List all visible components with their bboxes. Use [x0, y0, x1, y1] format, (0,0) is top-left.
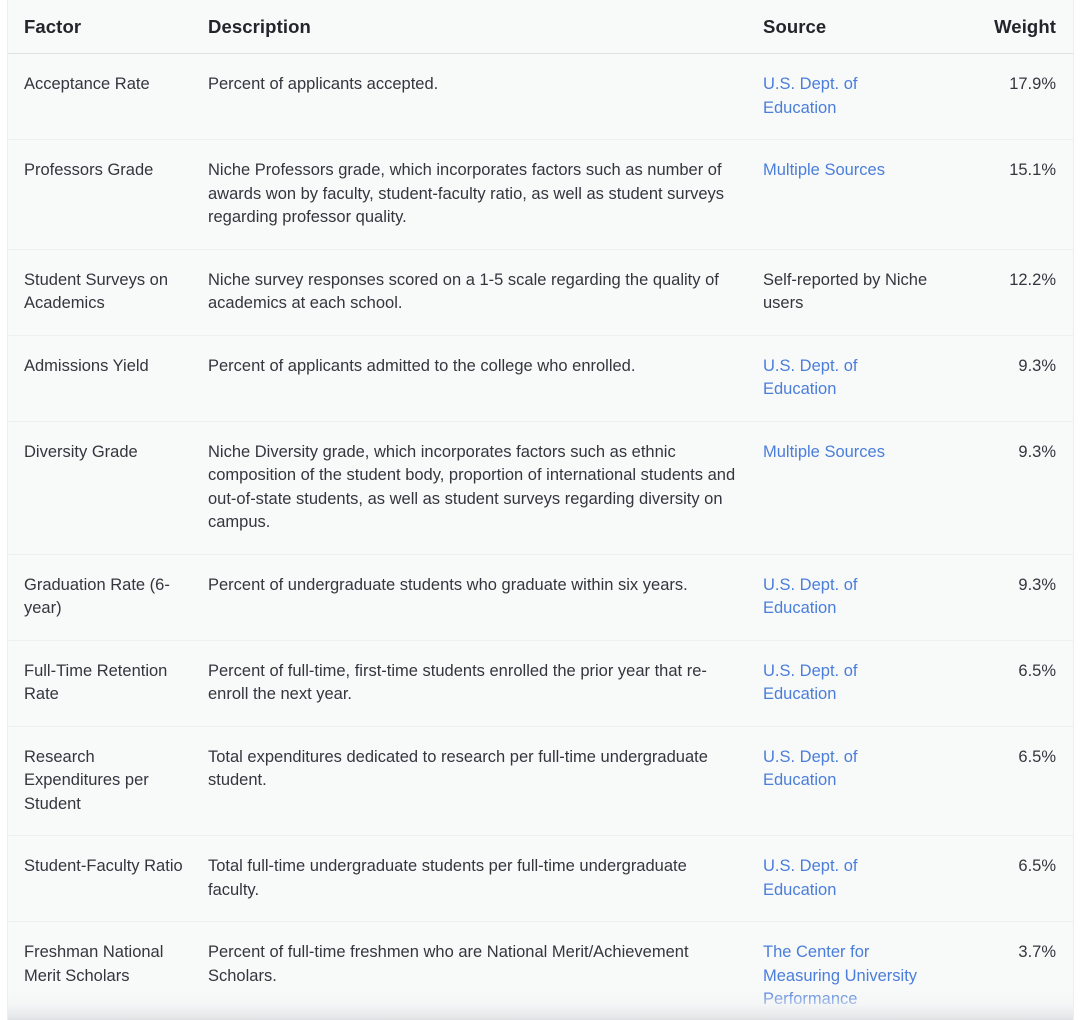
column-header-factor: Factor: [8, 0, 208, 54]
table-row: Professors Grade Niche Professors grade, …: [8, 139, 1073, 249]
source-text: Self-reported by Niche users: [763, 270, 928, 313]
cell-weight: 6.5%: [943, 639, 1073, 726]
source-link[interactable]: U.S. Dept. of Education: [763, 857, 857, 899]
cell-weight: 9.3%: [943, 553, 1073, 640]
cell-weight: 9.3%: [943, 420, 1073, 554]
table-frame: Factor Description Source Weight Accepta…: [7, 0, 1074, 1020]
cell-source: U.S. Dept. of Education: [763, 553, 943, 640]
cell-source: U.S. Dept. of Education: [763, 334, 943, 421]
source-link[interactable]: U.S. Dept. of Education: [763, 576, 857, 618]
column-header-source: Source: [763, 0, 943, 54]
table-row: Acceptance Rate Percent of applicants acc…: [8, 53, 1073, 140]
cell-source: Multiple Sources: [763, 139, 943, 249]
cell-factor: Research Expenditures per Student: [8, 725, 208, 836]
cell-factor: Acceptance Rate: [24, 75, 150, 93]
cell-description: Niche Professors grade, which incorporat…: [208, 139, 763, 249]
cell-factor: Student-Faculty Ratio: [8, 835, 208, 922]
cell-factor: Admissions Yield: [8, 334, 208, 421]
ranking-factors-panel: Factor Description Source Weight Accepta…: [0, 0, 1080, 1020]
cell-source: U.S. Dept. of Education: [763, 54, 943, 140]
source-link[interactable]: U.S. Dept. of Education: [763, 748, 857, 790]
cell-factor: Professors Grade: [8, 139, 208, 249]
cell-factor: Diversity Grade: [8, 420, 208, 554]
cell-weight: 9.3%: [943, 334, 1073, 421]
source-link[interactable]: Multiple Sources: [763, 443, 885, 461]
cell-description: Percent of undergraduate students who gr…: [208, 553, 763, 640]
table-row: Diversity Grade Niche Diversity grade, wh…: [8, 420, 1073, 554]
cell-weight: 15.1%: [943, 139, 1073, 249]
cell-weight: 6.5%: [943, 835, 1073, 922]
cell-factor: Freshman National Merit Scholars: [8, 921, 208, 1020]
table-body: Acceptance Rate Percent of applicants acc…: [8, 53, 1073, 1020]
column-header-weight: Weight: [943, 0, 1073, 54]
table-header: Factor Description Source Weight: [8, 0, 1073, 54]
cell-description: Niche Diversity grade, which incorporate…: [208, 420, 763, 554]
cell-factor: Graduation Rate (6-year): [8, 553, 208, 640]
table-header-row: Factor Description Source Weight: [8, 0, 1073, 54]
table-row: Full-Time Retention Rate Percent of full-…: [8, 639, 1073, 726]
table-row: Freshman National Merit Scholars Percent …: [8, 921, 1073, 1020]
cell-source: Self-reported by Niche users: [763, 248, 943, 335]
ranking-factors-table: Factor Description Source Weight Accepta…: [8, 0, 1073, 1020]
cell-source: U.S. Dept. of Education: [763, 639, 943, 726]
source-link[interactable]: The Center for Measuring University Perf…: [763, 943, 917, 1008]
cell-weight: 17.9%: [1009, 75, 1056, 93]
source-link[interactable]: U.S. Dept. of Education: [763, 75, 857, 117]
cell-factor: Student Surveys on Academics: [8, 248, 208, 335]
table-row: Admissions Yield Percent of applicants ad…: [8, 334, 1073, 421]
cell-source: U.S. Dept. of Education: [763, 835, 943, 922]
source-link[interactable]: U.S. Dept. of Education: [763, 357, 857, 399]
table-row: Student-Faculty Ratio Total full-time und…: [8, 835, 1073, 922]
table-row: Research Expenditures per Student Total e…: [8, 725, 1073, 836]
table-row: Graduation Rate (6-year) Percent of under…: [8, 553, 1073, 640]
table-row: Student Surveys on Academics Niche survey…: [8, 248, 1073, 335]
cell-description: Percent of applicants admitted to the co…: [208, 334, 763, 421]
cell-weight: 12.2%: [943, 248, 1073, 335]
cell-source: Multiple Sources: [763, 420, 943, 554]
source-link[interactable]: Multiple Sources: [763, 161, 885, 179]
cell-description: Percent of applicants accepted.: [208, 75, 439, 93]
cell-description: Percent of full-time, first-time student…: [208, 639, 763, 726]
cell-description: Total expenditures dedicated to research…: [208, 725, 763, 836]
cell-description: Percent of full-time freshmen who are Na…: [208, 921, 763, 1020]
cell-source: The Center for Measuring University Perf…: [763, 921, 943, 1020]
cell-source: U.S. Dept. of Education: [763, 725, 943, 836]
source-link[interactable]: U.S. Dept. of Education: [763, 662, 857, 704]
cell-factor: Full-Time Retention Rate: [8, 639, 208, 726]
cell-description: Total full-time undergraduate students p…: [208, 835, 763, 922]
cell-description: Niche survey responses scored on a 1-5 s…: [208, 248, 763, 335]
column-header-description: Description: [208, 0, 763, 54]
cell-weight: 3.7%: [943, 921, 1073, 1020]
cell-weight: 6.5%: [943, 725, 1073, 836]
